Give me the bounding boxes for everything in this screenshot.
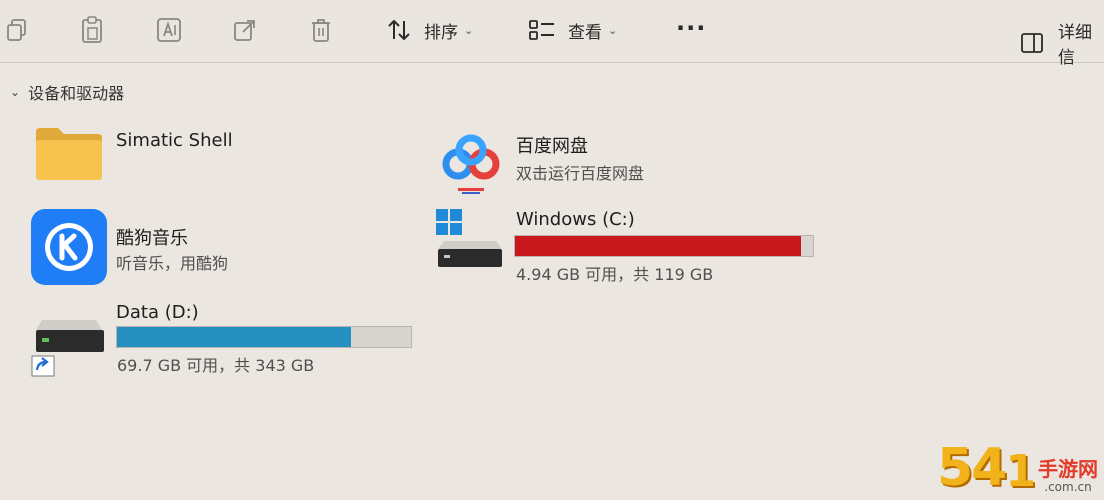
view-list-icon: [528, 17, 556, 43]
chevron-down-icon: ⌄: [608, 23, 618, 37]
command-bar: 排序 ⌄ 查看 ⌄ ··· 详细信: [0, 0, 1104, 68]
item-title: Windows (C:): [516, 209, 635, 230]
chevron-down-icon: ⌄: [464, 23, 474, 37]
copy-button[interactable]: [6, 18, 28, 42]
copy-icon: [6, 18, 28, 42]
kugou-music-icon: [30, 208, 108, 290]
details-pane-label: 详细信: [1058, 23, 1092, 68]
sort-button[interactable]: 排序 ⌄: [386, 17, 473, 43]
item-title: Simatic Shell: [116, 130, 233, 151]
rename-button[interactable]: [155, 16, 183, 44]
devices-drives-group-header[interactable]: ⌄ 设备和驱动器: [10, 80, 124, 104]
item-subtitle: 听音乐，用酷狗: [116, 254, 229, 273]
share-button[interactable]: [232, 17, 258, 43]
section-title: 设备和驱动器: [28, 84, 125, 103]
view-label: 查看: [568, 22, 602, 43]
sort-arrows-icon: [386, 17, 412, 43]
drive-shortcut-icon: [30, 316, 110, 384]
drive-c-usage-fill: [515, 236, 801, 256]
drive-d[interactable]: Data (D:) 69.7 GB 可用，共 343 GB: [30, 300, 430, 390]
watermark-cn: 手游网: [1038, 457, 1098, 481]
drive-c-usage-bar: [514, 235, 814, 257]
sort-label: 排序: [424, 22, 458, 43]
more-options-icon: ···: [676, 14, 707, 42]
view-button[interactable]: 查看 ⌄: [528, 17, 617, 43]
share-icon: [232, 17, 258, 43]
clipboard-icon: [80, 16, 104, 44]
details-pane-button[interactable]: 详细信: [1020, 18, 1104, 68]
paste-button[interactable]: [80, 16, 104, 44]
details-pane-icon: [1020, 32, 1044, 54]
delete-button[interactable]: [309, 17, 333, 43]
item-baidu-netdisk[interactable]: 百度网盘 双击运行百度网盘: [440, 122, 780, 194]
site-watermark-logo: 54 1 手游网 .com.cn: [937, 442, 1098, 494]
item-simatic-shell[interactable]: Simatic Shell: [30, 120, 360, 190]
item-subtitle: 双击运行百度网盘: [516, 164, 645, 183]
drive-d-usage-bar: [116, 326, 412, 348]
drive-c[interactable]: Windows (C:) 4.94 GB 可用，共 119 GB: [434, 205, 834, 295]
item-kugou-music[interactable]: 酷狗音乐 听音乐，用酷狗: [30, 206, 370, 286]
drive-d-free-space: 69.7 GB 可用，共 343 GB: [117, 356, 315, 375]
item-title: 百度网盘: [516, 136, 588, 157]
drive-d-usage-fill: [117, 327, 352, 347]
drive-c-free-space: 4.94 GB 可用，共 119 GB: [516, 265, 714, 284]
rename-icon: [155, 16, 183, 44]
item-title: Data (D:): [116, 302, 199, 323]
trash-icon: [309, 17, 333, 43]
folder-icon: [34, 126, 104, 186]
item-title: 酷狗音乐: [116, 228, 188, 249]
more-options-button[interactable]: ···: [676, 14, 706, 42]
chevron-down-icon: ⌄: [10, 85, 21, 99]
watermark-digits: 54: [937, 438, 1007, 498]
watermark-digit-tail: 1: [1005, 446, 1036, 497]
watermark-text: 手游网 .com.cn: [1038, 458, 1098, 494]
windows-drive-icon: [434, 207, 506, 275]
watermark-domain: .com.cn: [1044, 480, 1092, 494]
baidu-netdisk-icon: [440, 132, 502, 198]
